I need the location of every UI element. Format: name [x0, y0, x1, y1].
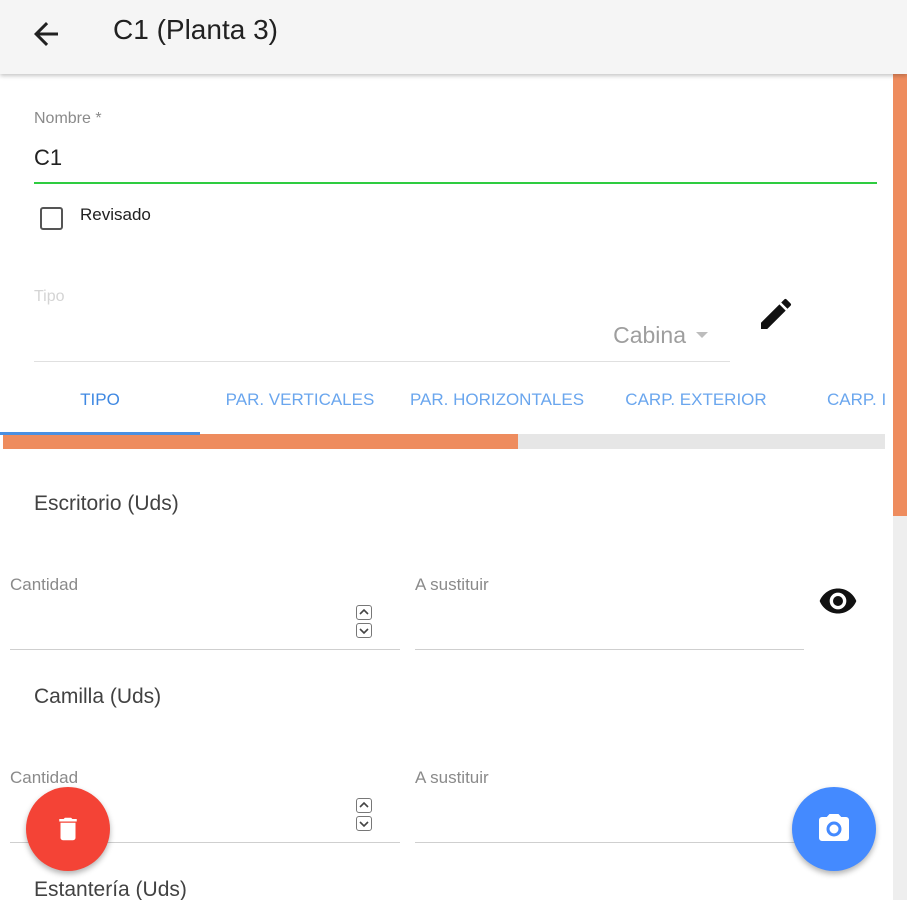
- stepper-down-icon[interactable]: [356, 623, 372, 638]
- visibility-button[interactable]: [818, 586, 858, 616]
- app-bar: C1 (Planta 3): [0, 0, 907, 74]
- section-title-estanteria: Estantería (Uds): [34, 878, 187, 900]
- revisado-label: Revisado: [80, 205, 151, 224]
- cantidad-input[interactable]: [10, 608, 350, 644]
- tab-bar: TIPO PAR. VERTICALES PAR. HORIZONTALES C…: [0, 376, 893, 434]
- cantidad-label: Cantidad: [10, 575, 79, 594]
- nombre-label: Nombre *: [34, 110, 102, 127]
- cantidad-stepper[interactable]: [356, 798, 372, 832]
- pencil-icon: [761, 298, 792, 329]
- edit-tipo-button[interactable]: [756, 294, 796, 334]
- trash-icon: [59, 817, 77, 841]
- tipo-select[interactable]: Cabina: [34, 310, 730, 362]
- tipo-selected-value: Cabina: [613, 322, 686, 348]
- revisado-checkbox[interactable]: [40, 207, 63, 230]
- sustituir-label: A sustituir: [415, 768, 489, 787]
- dropdown-caret-icon: [696, 332, 708, 338]
- eye-icon: [819, 588, 857, 614]
- back-button[interactable]: [28, 16, 64, 52]
- tab-par-horizontales[interactable]: PAR. HORIZONTALES: [397, 376, 597, 432]
- tab-carp-interior[interactable]: CARP. I: [827, 376, 893, 432]
- sustituir-label: A sustituir: [415, 575, 489, 594]
- arrow-back-icon: [34, 22, 58, 46]
- page-title: C1 (Planta 3): [113, 14, 278, 45]
- section-title-camilla: Camilla (Uds): [34, 685, 162, 708]
- page-scrollbar-thumb[interactable]: [893, 74, 907, 516]
- cantidad-stepper[interactable]: [356, 605, 372, 639]
- tab-carp-exterior[interactable]: CARP. EXTERIOR: [596, 376, 796, 432]
- cantidad-input[interactable]: [120, 800, 350, 836]
- active-tab-indicator: [0, 432, 200, 435]
- tab-scrollbar-thumb[interactable]: [3, 434, 518, 449]
- camera-button[interactable]: [792, 787, 876, 871]
- nombre-input[interactable]: [34, 138, 877, 178]
- delete-button[interactable]: [26, 787, 110, 871]
- sustituir-input[interactable]: [415, 800, 785, 836]
- nombre-underline: [34, 182, 877, 184]
- sustituir-underline: [415, 649, 804, 650]
- sustituir-underline: [415, 842, 804, 843]
- tab-par-verticales[interactable]: PAR. VERTICALES: [200, 376, 400, 432]
- sustituir-input[interactable]: [415, 608, 804, 644]
- stepper-up-icon[interactable]: [356, 798, 372, 813]
- camera-icon: [819, 814, 849, 841]
- tipo-underline: [34, 361, 730, 362]
- tab-tipo[interactable]: TIPO: [0, 376, 200, 432]
- stepper-down-icon[interactable]: [356, 816, 372, 831]
- section-title-escritorio: Escritorio (Uds): [34, 492, 179, 515]
- tipo-label: Tipo: [34, 288, 65, 305]
- stepper-up-icon[interactable]: [356, 605, 372, 620]
- cantidad-underline: [10, 649, 400, 650]
- cantidad-label: Cantidad: [10, 768, 79, 787]
